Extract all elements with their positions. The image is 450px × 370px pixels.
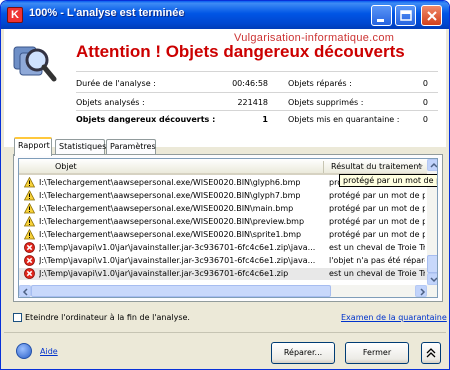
repaired-label: Objets réparés : (288, 79, 352, 88)
row-object: I:\Telechargement\aawsepersonal.exe/WISE… (39, 178, 301, 187)
quarantine-label: Objets mis en quarantaine : (288, 115, 400, 124)
row-result: protégé par un mot de pa (329, 204, 425, 213)
summary-panel: Vulgarisation-informatique.com Attention… (4, 29, 446, 147)
row-object: J:\Temp\javapi\v1.0\jar\javainstaller.ja… (39, 269, 289, 278)
scroll-left-button[interactable] (19, 285, 31, 297)
warning-icon (23, 189, 36, 201)
minimize-button[interactable] (371, 5, 392, 26)
report-panel: Objet Résultat du traitement I:\Telechar… (13, 154, 443, 302)
danger-icon (24, 268, 35, 279)
chevron-right-icon (420, 288, 426, 296)
scroll-down-button[interactable] (427, 273, 437, 285)
divider (76, 92, 438, 93)
collapse-button[interactable] (421, 342, 441, 364)
tooltip: protégé par un mot de passe, non (339, 174, 437, 187)
deleted-value: 0 (422, 98, 428, 107)
row-object: I:\Telechargement\aawsepersonal.exe/WISE… (39, 191, 301, 200)
row-object: J:\Temp\javapi\v1.0\jar\javainstaller.ja… (39, 256, 316, 265)
double-chevron-up-icon (426, 348, 436, 358)
window-title: 100% - L'analyse est terminée (29, 7, 185, 19)
help-link[interactable]: Aide (40, 347, 58, 356)
hscroll-thumb[interactable] (31, 285, 331, 297)
deleted-label: Objets supprimés : (288, 98, 364, 107)
warning-icon (23, 215, 36, 227)
table-row[interactable]: J:\Temp\javapi\v1.0\jar\javainstaller.ja… (19, 242, 427, 254)
row-result: est un cheval de Troie Tro (329, 269, 425, 278)
quarantine-value: 0 (422, 115, 428, 124)
row-result: protégé par un mot de pa (329, 191, 425, 200)
tab-parametres[interactable]: Paramètres (106, 139, 156, 155)
shutdown-label: Eteindre l'ordinateur à la fin de l'anal… (25, 313, 190, 322)
shutdown-checkbox[interactable] (13, 313, 22, 322)
table-row[interactable]: I:\Telechargement\aawsepersonal.exe/WISE… (19, 202, 427, 215)
duration-label: Durée de l'analyse : (76, 79, 156, 88)
row-object: I:\Telechargement\aawsepersonal.exe/WISE… (39, 230, 302, 239)
duration-value: 00:46:58 (232, 79, 268, 88)
row-result: protégé par un mot de pa (329, 217, 425, 226)
main-window: K 100% - L'analyse est terminée Vulgaris… (0, 0, 450, 370)
magnifier-scan-icon (13, 46, 57, 82)
column-header-result[interactable]: Résultat du traitement (331, 162, 422, 171)
scroll-thumb[interactable] (427, 255, 437, 273)
dangerous-label: Objets dangereux découverts : (76, 115, 216, 124)
close-button[interactable]: Fermer (345, 342, 409, 364)
table-row[interactable]: I:\Telechargement\aawsepersonal.exe/WISE… (19, 215, 427, 228)
warning-icon (23, 202, 36, 214)
danger-icon (24, 255, 35, 266)
row-result: protégé par un mot de pa (329, 230, 425, 239)
table-row[interactable]: I:\Telechargement\aawsepersonal.exe/WISE… (19, 228, 427, 241)
close-window-button[interactable] (421, 5, 442, 26)
kaspersky-icon: K (7, 7, 23, 23)
row-result: est un cheval de Troie Tro (329, 243, 425, 252)
row-object: I:\Telechargement\aawsepersonal.exe/WISE… (39, 217, 305, 226)
analyzed-label: Objets analysés : (76, 98, 145, 107)
sort-arrow-icon (417, 165, 423, 169)
dangerous-value: 1 (262, 115, 268, 124)
row-object: J:\Temp\javapi\v1.0\jar\javainstaller.ja… (39, 243, 316, 252)
list-header: Objet Résultat du traitement (19, 159, 427, 175)
table-row[interactable]: J:\Temp\javapi\v1.0\jar\javainstaller.ja… (19, 268, 427, 280)
row-result: l'objet n'a pas été réparé, (329, 256, 425, 265)
results-list[interactable]: Objet Résultat du traitement I:\Telechar… (18, 158, 438, 298)
divider (4, 332, 446, 333)
repair-button[interactable]: Réparer... (271, 342, 335, 364)
table-row[interactable]: I:\Telechargement\aawsepersonal.exe/WISE… (19, 189, 427, 202)
scroll-right-button[interactable] (415, 285, 427, 297)
title-bar[interactable]: K 100% - L'analyse est terminée (1, 1, 449, 29)
help-icon[interactable] (16, 343, 32, 359)
divider (76, 71, 438, 72)
maximize-icon (400, 10, 412, 21)
chevron-up-icon (430, 162, 437, 168)
horizontal-scrollbar[interactable] (19, 285, 437, 297)
repaired-value: 0 (422, 79, 428, 88)
warning-icon (23, 176, 36, 188)
table-row[interactable]: J:\Temp\javapi\v1.0\jar\javainstaller.ja… (19, 255, 427, 267)
danger-icon (24, 242, 35, 253)
row-object: I:\Telechargement\aawsepersonal.exe/WISE… (39, 204, 294, 213)
analyzed-value: 221418 (237, 98, 268, 107)
quarantine-link[interactable]: Examen de la quarantaine (341, 313, 447, 322)
headline: Attention ! Objets dangereux découverts (76, 42, 405, 61)
divider (76, 110, 438, 111)
scroll-up-button[interactable] (427, 159, 437, 171)
column-header-object[interactable]: Objet (55, 162, 77, 171)
close-icon (427, 11, 437, 21)
maximize-button[interactable] (395, 5, 416, 26)
warning-icon (23, 228, 36, 240)
minimize-icon (377, 19, 384, 22)
tab-rapport[interactable]: Rapport (14, 137, 52, 156)
tab-statistiques[interactable]: Statistiques (55, 139, 106, 155)
column-separator[interactable] (323, 161, 324, 173)
